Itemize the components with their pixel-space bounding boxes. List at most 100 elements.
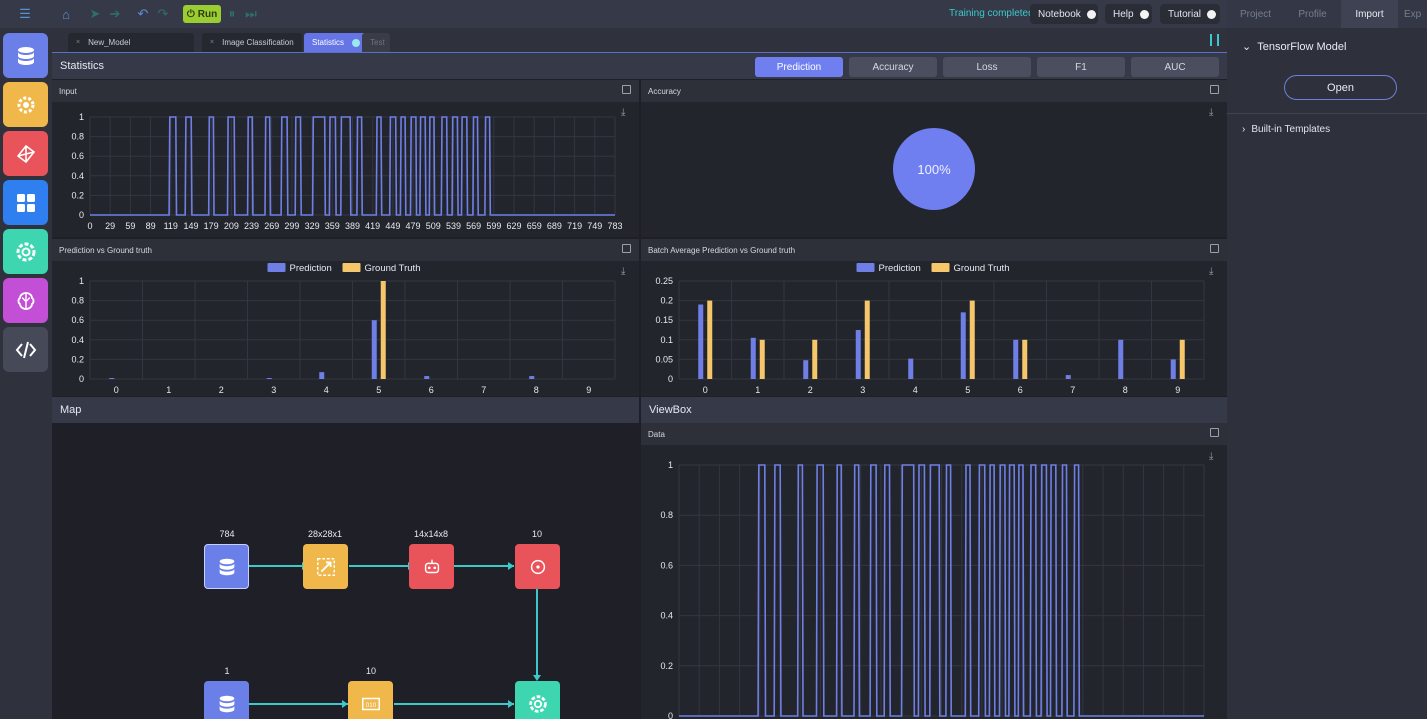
y-tick-label: 0: [79, 374, 84, 384]
bar: [969, 300, 975, 379]
skip-icon[interactable]: ⏭: [242, 5, 260, 23]
panel-title: Input: [59, 86, 77, 96]
x-tick-label: 1: [755, 385, 760, 395]
f1-button[interactable]: F1: [1037, 57, 1125, 77]
convolution-node[interactable]: [409, 544, 454, 589]
x-tick-label: 0: [87, 221, 92, 231]
expand-icon[interactable]: [1210, 428, 1219, 437]
y-tick-label: 0.2: [660, 296, 673, 306]
auc-button[interactable]: AUC: [1131, 57, 1219, 77]
x-tick-label: 2: [808, 385, 813, 395]
expand-icon[interactable]: [1210, 244, 1219, 253]
x-tick-label: 7: [481, 385, 486, 395]
prediction-button[interactable]: Prediction: [755, 57, 843, 77]
redo-icon[interactable]: ↷: [154, 5, 172, 23]
x-tick-label: 4: [913, 385, 918, 395]
batch-average-chart: 0.25 0.2 0.15 0.1 0.05 0 0 1 2 3 4 5 6 7 8 9 Prediction G…: [655, 263, 1205, 395]
panel-title: Accuracy: [648, 86, 681, 96]
notebook-toggle[interactable]: Notebook: [1030, 4, 1098, 24]
tab-export[interactable]: Exp: [1398, 0, 1427, 28]
deep-learning-layers-button[interactable]: [3, 131, 48, 176]
map-canvas[interactable]: 784 28x28x1 14x14x8 10 1 10 010: [52, 423, 639, 719]
expand-icon[interactable]: [622, 244, 631, 253]
reshape-node[interactable]: [303, 544, 348, 589]
panel-title: Batch Average Prediction vs Ground truth: [648, 245, 796, 255]
tab-test[interactable]: Test: [362, 33, 390, 52]
tab-import[interactable]: Import: [1341, 0, 1398, 28]
dense-node[interactable]: [515, 544, 560, 589]
prediction-vs-ground-truth-chart: 1 0.8 0.6 0.4 0.2 0 0 1 2 3 4 5 6 7 8 9 Prediction Ground…: [71, 263, 616, 395]
x-tick-label: 749: [587, 221, 602, 231]
bar: [371, 320, 377, 379]
math-layers-button[interactable]: [3, 180, 48, 225]
tab-statistics[interactable]: Statistics: [304, 33, 366, 52]
menu-icon[interactable]: ☰: [16, 5, 34, 23]
y-tick-label: 0.2: [71, 190, 84, 200]
bar: [1179, 339, 1185, 379]
x-tick-label: 209: [224, 221, 239, 231]
database-icon: [219, 695, 234, 712]
bar: [1170, 359, 1176, 379]
select-tool-icon[interactable]: ➤: [86, 5, 104, 23]
x-tick-label: 149: [183, 221, 198, 231]
close-icon[interactable]: ×: [210, 39, 214, 46]
built-in-templates-section[interactable]: › Built-in Templates: [1242, 124, 1330, 135]
expand-icon[interactable]: [1210, 85, 1219, 94]
x-tick-label: 329: [305, 221, 320, 231]
legend-label: Ground Truth: [954, 263, 1010, 274]
onehot-node[interactable]: 010: [348, 681, 393, 719]
x-tick-label: 719: [567, 221, 582, 231]
tab-image-classification[interactable]: × Image Classification: [202, 33, 302, 52]
home-icon[interactable]: ⌂: [57, 5, 75, 23]
onehot-icon: 010: [361, 697, 380, 710]
tensorflow-model-section[interactable]: ⌄ TensorFlow Model: [1242, 40, 1346, 54]
run-button[interactable]: ⏻ Run: [183, 5, 221, 23]
x-tick-label: 659: [527, 221, 542, 231]
input-data-node[interactable]: [204, 544, 249, 589]
batch-average-panel: Batch Average Prediction vs Ground truth…: [641, 239, 1227, 396]
y-tick-label: 0.8: [71, 296, 84, 306]
x-tick-label: 29: [105, 221, 115, 231]
top-toolbar: ☰ ⌂ ➤ ➔ ↶ ↷ ⏻ Run ⏸ ⏭ Training completed …: [0, 0, 1227, 28]
download-icon[interactable]: ⤓: [1209, 107, 1221, 119]
processing-layers-button[interactable]: [3, 82, 48, 127]
data-layers-button[interactable]: [3, 33, 48, 78]
softmax-icon: [530, 559, 545, 574]
connect-tool-icon[interactable]: ➔: [106, 5, 124, 23]
tab-new-model[interactable]: × New_Model: [68, 33, 194, 52]
tutorial-toggle[interactable]: Tutorial: [1160, 4, 1220, 24]
tab-profile[interactable]: Profile: [1284, 0, 1341, 28]
expand-icon[interactable]: [622, 85, 631, 94]
training-node[interactable]: [515, 681, 560, 719]
toggle-dot-icon: [1086, 9, 1096, 19]
other-layers-button[interactable]: [3, 278, 48, 323]
x-tick-label: 539: [446, 221, 461, 231]
node-label: 10: [531, 529, 542, 539]
columns-icon[interactable]: [1210, 34, 1219, 46]
prediction-vs-ground-truth-panel: Prediction vs Ground truth ⤓ 1 0.8 0.6 0.4 0…: [52, 239, 639, 396]
x-tick-label: 299: [284, 221, 299, 231]
tab-project[interactable]: Project: [1227, 0, 1284, 28]
close-icon[interactable]: ×: [76, 39, 80, 46]
undo-icon[interactable]: ↶: [134, 5, 152, 23]
reshape-icon: [316, 557, 335, 576]
x-tick-label: 9: [586, 385, 591, 395]
pause-icon[interactable]: ⏸: [223, 5, 241, 23]
bar: [812, 339, 818, 379]
y-tick-label: 0.25: [655, 276, 673, 286]
x-tick-label: 5: [376, 385, 381, 395]
x-tick-label: 89: [146, 221, 156, 231]
label-data-node[interactable]: [204, 681, 249, 719]
accuracy-button[interactable]: Accuracy: [849, 57, 937, 77]
training-layers-button[interactable]: [3, 229, 48, 274]
node-label: 14x14x8: [413, 529, 449, 539]
chevron-right-icon: ›: [1242, 124, 1246, 135]
viewbox-header: ViewBox: [641, 397, 1227, 423]
custom-code-button[interactable]: [3, 327, 48, 372]
open-button[interactable]: Open: [1284, 75, 1397, 100]
x-tick-label: 4: [324, 385, 329, 395]
loss-button[interactable]: Loss: [943, 57, 1031, 77]
help-toggle[interactable]: Help: [1105, 4, 1152, 24]
node-label: 28x28x1: [307, 529, 343, 539]
toggle-dot-icon: [1139, 9, 1149, 19]
